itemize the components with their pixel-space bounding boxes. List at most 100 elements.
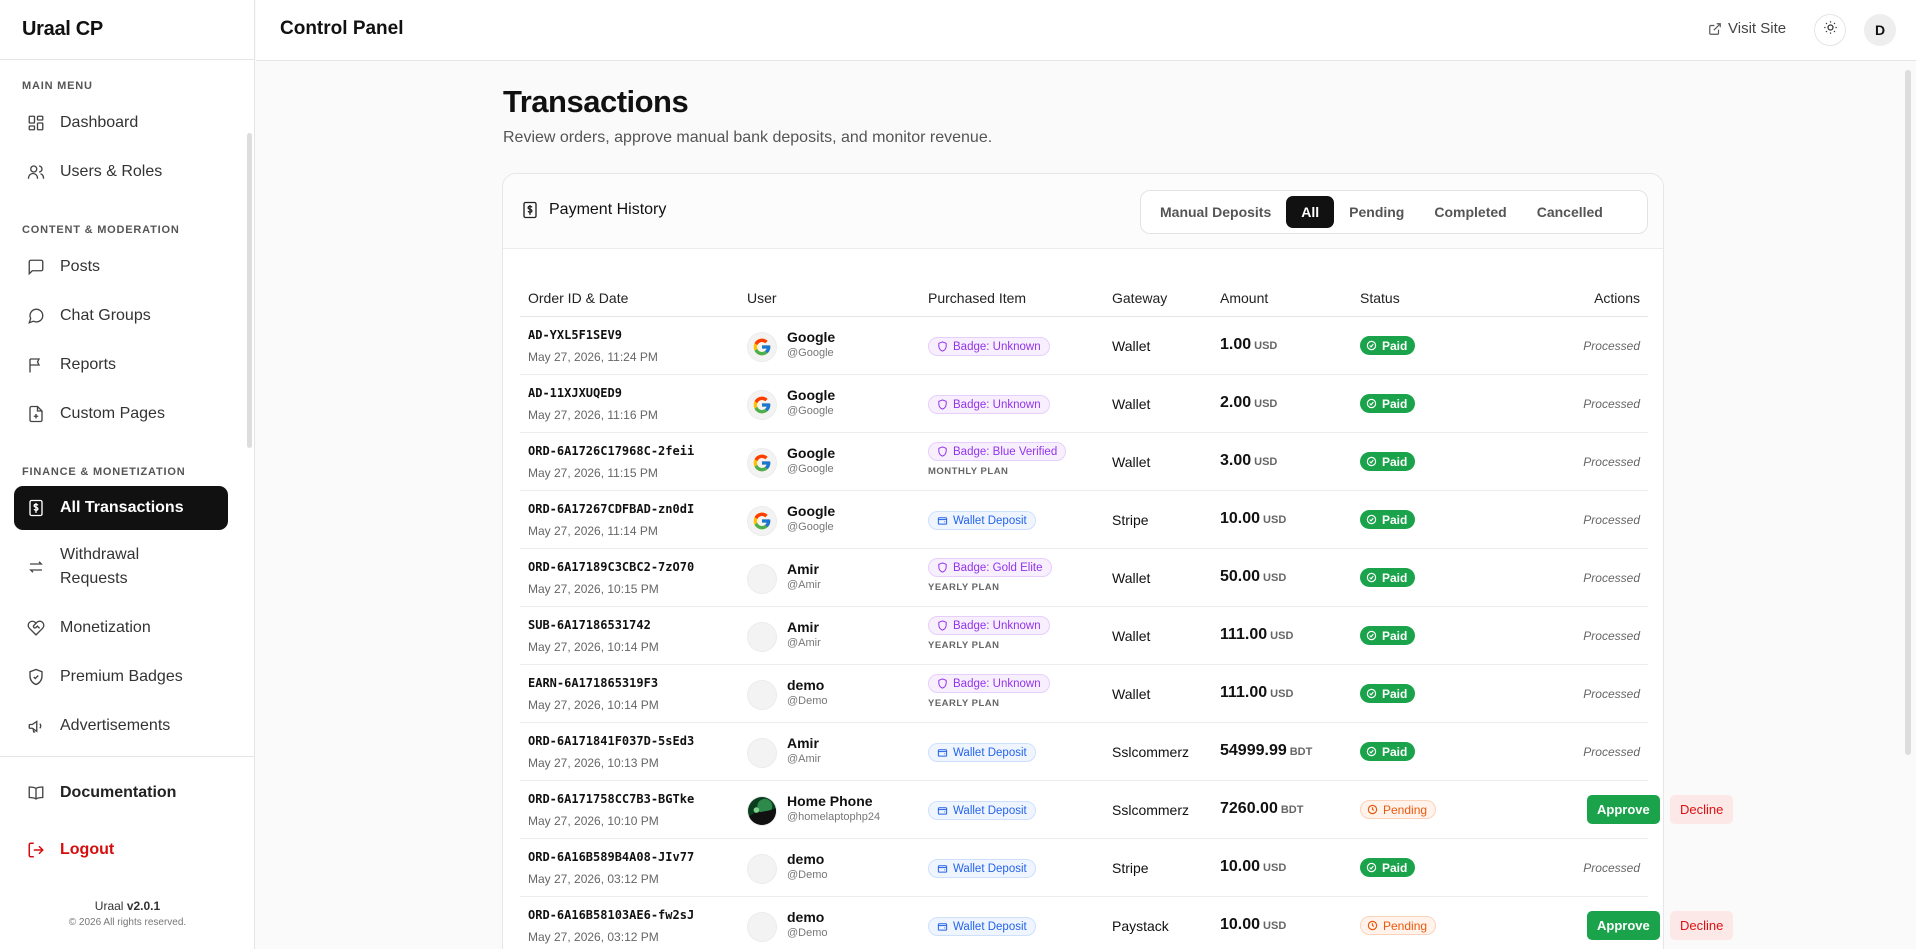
amount: 7260.00 BDT [1220, 800, 1303, 818]
decline-button[interactable]: Decline [1670, 795, 1734, 824]
item-label: Badge: Unknown [953, 340, 1041, 353]
documentation-label: Documentation [60, 784, 177, 801]
dollar-receipt-icon [521, 201, 539, 219]
sidebar-item-dashboard[interactable]: Dashboard [14, 101, 150, 145]
order-id[interactable]: ORD-6A16B589B4A08-JIv77 [528, 850, 694, 864]
order-id[interactable]: AD-11XJXUQED9 [528, 386, 622, 400]
user-name[interactable]: Google [787, 329, 835, 345]
order-id[interactable]: SUB-6A17186531742 [528, 618, 651, 632]
currency: USD [1263, 862, 1287, 874]
tab-cancelled[interactable]: Cancelled [1522, 196, 1618, 228]
user-handle: @Demo [787, 927, 828, 939]
clock-icon [1367, 804, 1378, 815]
sidebar-item-withdrawal-requests[interactable]: Withdrawal Requests [14, 537, 204, 597]
item-label: Badge: Blue Verified [953, 445, 1058, 458]
sidebar-item-premium-badges[interactable]: Premium Badges [14, 655, 195, 699]
user-avatar-placeholder [747, 738, 777, 768]
amount: 10.00 USD [1220, 916, 1286, 934]
amount-value: 10.00 [1220, 858, 1261, 875]
documentation-link[interactable]: Documentation [14, 771, 188, 815]
user-name[interactable]: Google [787, 503, 835, 519]
message-square-icon [26, 257, 46, 277]
order-id[interactable]: EARN-6A171865319F3 [528, 676, 658, 690]
tab-all[interactable]: All [1286, 196, 1335, 228]
sidebar-item-posts[interactable]: Posts [14, 245, 112, 289]
order-date: May 27, 2026, 10:14 PM [528, 640, 659, 654]
user-name[interactable]: demo [787, 677, 824, 693]
status-label: Paid [1382, 628, 1408, 643]
sidebar-item-advertisements[interactable]: Advertisements [14, 704, 182, 748]
megaphone-icon [26, 716, 46, 736]
plan-label: MONTHLY PLAN [928, 466, 1009, 477]
user-photo-avatar [747, 796, 777, 826]
user-avatar[interactable]: D [1864, 14, 1896, 46]
logout-button[interactable]: Logout [14, 828, 126, 872]
sidebar-item-monetization[interactable]: Monetization [14, 606, 163, 650]
column-gateway: Gateway [1112, 290, 1168, 306]
column-order: Order ID & Date [528, 290, 629, 306]
user-name[interactable]: demo [787, 851, 824, 867]
gateway: Wallet [1112, 454, 1151, 470]
gateway: Sslcommerz [1112, 744, 1190, 760]
visit-site-link[interactable]: Visit Site [1708, 20, 1786, 37]
user-name[interactable]: Google [787, 387, 835, 403]
status-label: Pending [1383, 918, 1428, 933]
order-id[interactable]: ORD-6A171841F037D-5sEd3 [528, 734, 694, 748]
sidebar-item-chat-groups[interactable]: Chat Groups [14, 294, 163, 338]
approve-button[interactable]: Approve [1587, 911, 1660, 940]
tab-pending[interactable]: Pending [1334, 196, 1419, 228]
item-label: Badge: Unknown [953, 398, 1041, 411]
sidebar-footer: Documentation Logout Uraal v2.0.1 © 2026… [0, 756, 255, 949]
currency: USD [1254, 398, 1278, 410]
order-id[interactable]: ORD-6A1726C17968C-2feii [528, 444, 694, 458]
sidebar-scrollbar[interactable] [247, 133, 252, 448]
status-label: Paid [1382, 454, 1408, 469]
item-label: Wallet Deposit [953, 862, 1027, 875]
gateway: Paystack [1112, 918, 1169, 934]
status-badge: Paid [1360, 568, 1416, 587]
order-id[interactable]: ORD-6A171758CC7B3-BGTke [528, 792, 694, 806]
sidebar-item-all-transactions[interactable]: All Transactions [14, 486, 228, 530]
decline-button[interactable]: Decline [1670, 911, 1734, 940]
check-circle-icon [1366, 630, 1377, 641]
processed-label: Processed [1583, 687, 1640, 701]
status-badge: Paid [1360, 336, 1416, 355]
order-id[interactable]: AD-YXL5F1SEV9 [528, 328, 622, 342]
status-label: Paid [1382, 396, 1408, 411]
status-badge: Paid [1360, 684, 1416, 703]
amount: 10.00 USD [1220, 858, 1286, 876]
order-id[interactable]: ORD-6A17189C3CBC2-7zO70 [528, 560, 694, 574]
badge-item-pill: Badge: Blue Verified [928, 442, 1067, 461]
user-name[interactable]: Amir [787, 619, 819, 635]
brand-logo[interactable]: Uraal CP [0, 0, 254, 60]
arrows-exchange-icon [26, 557, 46, 577]
main-scrollbar[interactable] [1905, 70, 1911, 755]
order-id[interactable]: ORD-6A16B58103AE6-fw2sJ [528, 908, 694, 922]
status-filter-tabs: Manual Deposits All Pending Completed Ca… [1140, 190, 1648, 234]
amount: 1.00 USD [1220, 336, 1277, 354]
theme-toggle-button[interactable] [1814, 14, 1846, 46]
section-content-moderation: CONTENT & MODERATION [22, 224, 180, 236]
plan-label: YEARLY PLAN [928, 582, 1000, 593]
tab-completed[interactable]: Completed [1419, 196, 1521, 228]
item-label: Wallet Deposit [953, 514, 1027, 527]
amount-value: 10.00 [1220, 916, 1261, 933]
page-title: Transactions [503, 84, 689, 119]
tab-manual-deposits[interactable]: Manual Deposits [1145, 196, 1286, 228]
gateway: Stripe [1112, 512, 1149, 528]
approve-button[interactable]: Approve [1587, 795, 1660, 824]
user-name[interactable]: Google [787, 445, 835, 461]
sidebar-item-reports[interactable]: Reports [14, 343, 128, 387]
processed-label: Processed [1583, 571, 1640, 585]
user-name[interactable]: demo [787, 909, 824, 925]
user-name[interactable]: Amir [787, 561, 819, 577]
user-name[interactable]: Amir [787, 735, 819, 751]
sidebar-item-users[interactable]: Users & Roles [14, 150, 174, 194]
sidebar-item-label: Premium Badges [60, 668, 183, 685]
user-name[interactable]: Home Phone [787, 793, 873, 809]
user-avatar-placeholder [747, 912, 777, 942]
sidebar-item-custom-pages[interactable]: Custom Pages [14, 392, 177, 436]
currency: USD [1270, 630, 1294, 642]
status-label: Paid [1382, 860, 1408, 875]
order-id[interactable]: ORD-6A17267CDFBAD-zn0dI [528, 502, 694, 516]
